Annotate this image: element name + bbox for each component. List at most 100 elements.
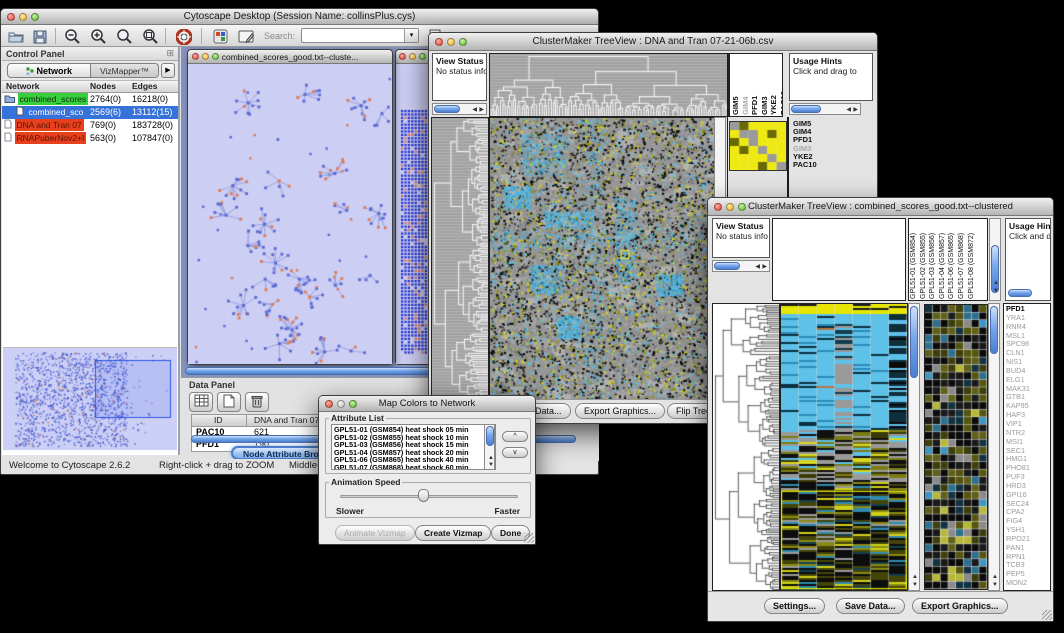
- search-combo: ▾: [301, 28, 419, 43]
- attribute-list-scrollbar[interactable]: ▲ ▼: [484, 424, 495, 470]
- data-panel-title: Data Panel: [189, 380, 235, 390]
- network-view-canvas[interactable]: [188, 64, 392, 364]
- desktop: Cytoscape Desktop (Session Name: collins…: [0, 0, 1064, 633]
- column-label: GPL51-04 (GSM857): [939, 220, 948, 299]
- tab-network[interactable]: Network: [7, 63, 91, 78]
- map-colors-dialog: Map Colors to Network Attribute List GPL…: [318, 395, 536, 545]
- zoom-heatmap[interactable]: [924, 304, 988, 590]
- view-status-panel: View Status No status info for: [712, 218, 770, 258]
- delete-attribute-button[interactable]: [245, 392, 269, 412]
- view-status-scrollbar[interactable]: ◀ ▶: [712, 260, 770, 272]
- attribute-item: GPL51-07 (GSM868) heat shock 60 min: [334, 464, 493, 470]
- view-status-scrollbar[interactable]: ◀ ▶: [432, 103, 487, 115]
- minimize-button[interactable]: [409, 53, 416, 60]
- column-label: GPL51-08 (GSM872): [968, 220, 977, 299]
- main-titlebar[interactable]: Cytoscape Desktop (Session Name: collins…: [1, 9, 598, 25]
- column-label: YKE2: [770, 55, 779, 115]
- treeview-dna-titlebar[interactable]: ClusterMaker TreeView : DNA and Tran 07-…: [429, 33, 877, 51]
- attribute-listbox[interactable]: GPL51-01 (GSM854) heat shock 05 minGPL51…: [331, 424, 496, 470]
- column-label: GPL51-03 (GSM856): [929, 220, 938, 299]
- column-label: PFD1: [751, 55, 760, 115]
- search-dropdown-arrow[interactable]: ▾: [404, 29, 418, 42]
- table-icon: [194, 394, 209, 407]
- network-overview-thumbnail[interactable]: [3, 347, 177, 450]
- column-label: GIM4: [742, 55, 751, 115]
- row-dendrogram[interactable]: [712, 303, 780, 591]
- tab-vizmapper[interactable]: VizMapper™: [91, 63, 159, 78]
- column-label: PAC10: [780, 55, 783, 115]
- settings-button[interactable]: Settings...: [764, 598, 825, 614]
- attribute-select-button[interactable]: [189, 392, 213, 412]
- float-panel-icon[interactable]: ⊞: [166, 48, 174, 59]
- zoom-selected-icon[interactable]: [139, 27, 161, 46]
- network-window-1: combined_scores_good.txt--cluste...: [187, 49, 393, 365]
- column-tree-area: [772, 218, 906, 301]
- treeview-combined-buttonbar: Settings... Save Data... Export Graphics…: [708, 591, 1053, 621]
- network-row[interactable]: combined_scores 2764(0) 16218(0): [2, 93, 178, 106]
- column-labels-rotated: GPL51-01 (GSM854)GPL51-02 (GSM855)GPL51-…: [908, 218, 988, 301]
- export-graphics-button[interactable]: Export Graphics...: [912, 598, 1008, 614]
- zoom-in-icon[interactable]: [87, 27, 109, 46]
- move-down-button[interactable]: v: [502, 447, 528, 458]
- close-button[interactable]: [399, 53, 406, 60]
- help-ring-icon[interactable]: [173, 27, 195, 46]
- network-list: combined_scores 2764(0) 16218(0) combine…: [2, 93, 178, 145]
- resize-grip[interactable]: [524, 533, 534, 543]
- column-labels-scrollbar[interactable]: ▲ ▼: [989, 218, 1001, 301]
- column-label: GPL51-06 (GSM865): [948, 220, 957, 299]
- zoom-row-labels: GIM5GIM4PFD1GIM3YKE2PAC10: [793, 120, 833, 169]
- zoom-heatmap[interactable]: [729, 121, 787, 171]
- export-graphics-button[interactable]: Export Graphics...: [575, 403, 665, 419]
- tab-overflow-button[interactable]: ▶: [161, 63, 175, 78]
- treeview-dna-title: ClusterMaker TreeView : DNA and Tran 07-…: [429, 36, 877, 47]
- row-dendrogram[interactable]: [431, 117, 489, 401]
- animation-speed-group: Animation Speed Slower Faster: [325, 482, 531, 518]
- network-row[interactable]: DNA and Tran 07 769(0) 183728(0): [2, 119, 178, 132]
- animation-slider-track[interactable]: [340, 495, 518, 498]
- main-heatmap[interactable]: [780, 303, 908, 591]
- node-tools-icon[interactable]: [209, 27, 231, 46]
- zoom-button[interactable]: [419, 53, 426, 60]
- network-view-grid[interactable]: [396, 64, 432, 364]
- create-vizmap-button[interactable]: Create Vizmap: [415, 525, 491, 541]
- attribute-list-group: Attribute List GPL51-01 (GSM854) heat sh…: [325, 418, 531, 474]
- move-up-button[interactable]: ^: [502, 431, 528, 442]
- search-input[interactable]: [303, 30, 403, 41]
- column-label: GPL51-07 (GSM868): [958, 220, 967, 299]
- dialog-titlebar[interactable]: Map Colors to Network: [319, 396, 535, 412]
- annotation-icon[interactable]: [235, 27, 257, 46]
- network-row-selected[interactable]: combined_sco 2569(6) 13112(15): [2, 106, 178, 119]
- heatmap-vscrollbar[interactable]: ▲ ▼: [908, 303, 920, 591]
- network-tree-icon: [26, 67, 34, 75]
- network-window-title: combined_scores_good.txt--cluste...: [188, 52, 392, 62]
- zoom-out-icon[interactable]: [61, 27, 83, 46]
- treeview-combined-title: ClusterMaker TreeView : combined_scores_…: [708, 201, 1053, 212]
- usage-hints-panel: Usage Hints Click and drag to: [1005, 218, 1051, 301]
- dialog-title: Map Colors to Network: [319, 398, 535, 409]
- treeview-combined-titlebar[interactable]: ClusterMaker TreeView : combined_scores_…: [708, 198, 1053, 216]
- animate-vizmap-button[interactable]: Animate Vizmap: [335, 525, 415, 541]
- usage-hints-scrollbar[interactable]: ◀ ▶: [789, 103, 861, 115]
- usage-hints-panel: Usage Hints Click and drag to: [789, 53, 873, 101]
- new-attribute-button[interactable]: [217, 392, 241, 412]
- save-data-button[interactable]: Save Data...: [836, 598, 905, 614]
- open-session-icon[interactable]: [5, 27, 27, 46]
- network-row[interactable]: RNAPuberNov2+I 563(0) 107847(0): [2, 132, 178, 145]
- save-session-icon[interactable]: [29, 27, 51, 46]
- column-dendrogram[interactable]: [489, 53, 729, 117]
- main-heatmap[interactable]: [489, 117, 715, 401]
- animation-slider-thumb[interactable]: [418, 489, 429, 502]
- resize-grip[interactable]: [1042, 610, 1052, 620]
- zoom-vscrollbar[interactable]: ▲ ▼: [988, 303, 1000, 591]
- control-panel-tabs: Network VizMapper™ ▶: [2, 61, 178, 81]
- column-label: GPL51-02 (GSM855): [920, 220, 929, 299]
- gene-label: MON2: [1006, 579, 1048, 588]
- folder-icon: [4, 94, 15, 103]
- new-document-icon: [223, 394, 235, 408]
- column-labels-rotated: GIM5GIM4PFD1GIM3YKE2PAC10: [729, 53, 783, 117]
- document-icon: [4, 132, 12, 142]
- zoom-fit-icon[interactable]: [113, 27, 135, 46]
- column-label: GPL51-01 (GSM854): [910, 220, 919, 299]
- control-panel: Control Panel ⊞ Network VizMapper™ ▶ Net…: [2, 47, 180, 455]
- trash-icon: [251, 394, 263, 408]
